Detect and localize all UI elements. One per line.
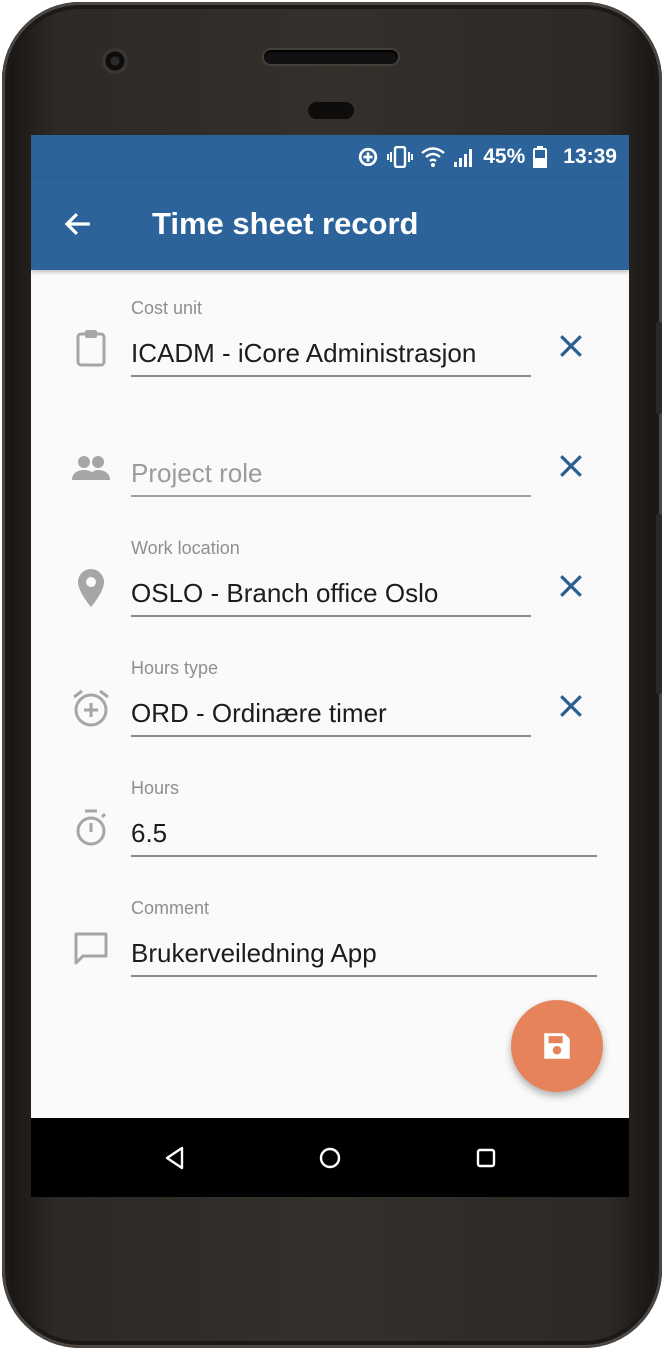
nav-home-icon — [319, 1147, 341, 1169]
clear-work-location-button[interactable] — [553, 568, 589, 604]
vibrate-icon — [387, 145, 414, 168]
clipboard-icon — [71, 328, 111, 368]
clock: 13:39 — [563, 144, 617, 168]
earpiece-speaker — [264, 50, 398, 64]
nav-home-button[interactable] — [310, 1138, 350, 1178]
wifi-icon — [421, 146, 446, 168]
front-camera — [102, 48, 128, 74]
hours-type-label: Hours type — [131, 658, 219, 678]
work-location-label: Work location — [131, 538, 240, 558]
volume-button — [656, 514, 662, 694]
clear-cost-unit-button[interactable] — [553, 328, 589, 364]
close-icon — [560, 335, 582, 357]
hours-label: Hours — [131, 778, 180, 798]
nav-recents-button[interactable] — [466, 1138, 506, 1178]
close-icon — [560, 575, 582, 597]
work-location-underline — [131, 615, 531, 617]
alarm-add-icon — [71, 688, 111, 728]
hours-input[interactable]: 6.5 — [131, 818, 167, 849]
power-button — [656, 322, 662, 414]
hours-type-underline — [131, 735, 531, 737]
hours-type-field: Hours type ORD - Ordinære timer — [31, 658, 629, 768]
work-location-input[interactable]: OSLO - Branch office Oslo — [131, 578, 438, 609]
battery-icon — [533, 145, 548, 168]
status-bar: 45% 13:39 — [31, 135, 629, 178]
nav-back-button[interactable] — [155, 1138, 195, 1178]
hours-underline — [131, 855, 597, 857]
close-icon — [560, 455, 582, 477]
comment-underline — [131, 975, 597, 977]
cost-unit-label: Cost unit — [131, 298, 203, 318]
proximity-sensor — [308, 102, 354, 119]
project-role-field: Project role — [31, 418, 629, 528]
project-role-underline — [131, 495, 531, 497]
comment-label: Comment — [131, 898, 210, 918]
signal-icon — [453, 146, 475, 168]
comment-icon — [71, 928, 111, 968]
save-icon — [544, 1033, 570, 1059]
cost-unit-input[interactable]: ICADM - iCore Administrasjon — [131, 338, 476, 369]
clear-project-role-button[interactable] — [553, 448, 589, 484]
nav-back-icon — [165, 1146, 184, 1170]
battery-percent: 45% — [483, 144, 526, 168]
navigation-bar — [31, 1118, 629, 1197]
arrow-left-icon — [64, 212, 90, 236]
cost-unit-underline — [131, 375, 531, 377]
cost-unit-field: Cost unit ICADM - iCore Administrasjon — [31, 298, 629, 408]
work-location-field: Work location OSLO - Branch office Oslo — [31, 538, 629, 648]
comment-field: Comment Brukerveiledning App — [31, 898, 629, 1008]
back-button[interactable] — [59, 206, 95, 242]
clear-hours-type-button[interactable] — [553, 688, 589, 724]
project-role-input[interactable]: Project role — [131, 458, 263, 489]
phone-frame: 45% 13:39 Time sheet record Cost unit IC… — [2, 2, 662, 1348]
screen: 45% 13:39 Time sheet record Cost unit IC… — [31, 135, 629, 1197]
hours-type-input[interactable]: ORD - Ordinære timer — [131, 698, 387, 729]
app-bar: Time sheet record — [31, 178, 629, 270]
comment-input[interactable]: Brukerveiledning App — [131, 938, 377, 969]
save-button[interactable] — [511, 1000, 603, 1092]
location-pin-icon — [71, 568, 111, 608]
close-icon — [560, 695, 582, 717]
page-title: Time sheet record — [152, 206, 419, 241]
stopwatch-icon — [71, 808, 111, 848]
people-icon — [71, 448, 111, 488]
hours-field: Hours 6.5 — [31, 778, 629, 888]
nav-recents-icon — [476, 1148, 496, 1168]
data-saver-icon — [357, 146, 379, 168]
